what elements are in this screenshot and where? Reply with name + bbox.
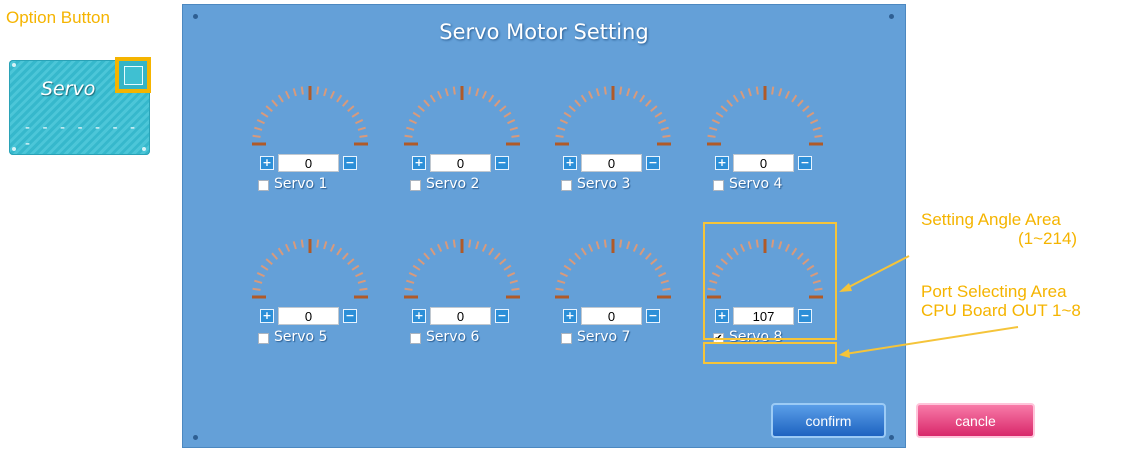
setting-angle-area-title: Setting Angle Area	[921, 210, 1061, 229]
setting-angle-area-range: (1~214)	[1018, 229, 1078, 248]
port-selecting-area-subtitle: CPU Board OUT 1~8	[921, 301, 1081, 320]
port-selecting-area-title: Port Selecting Area	[921, 282, 1067, 301]
